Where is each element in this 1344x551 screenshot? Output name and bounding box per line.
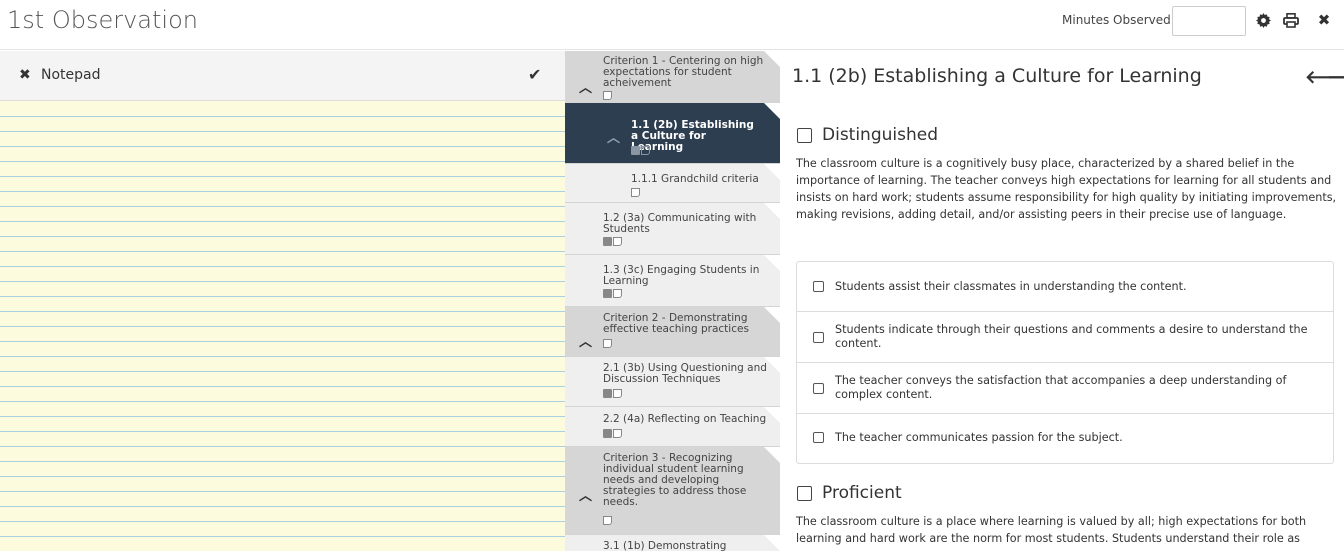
level-distinguished[interactable]: Distinguished	[797, 125, 938, 145]
indicator-list: Students assist their classmates in unde…	[796, 261, 1334, 464]
tree-node-label: 1.2 (3a) Communicating with Students	[603, 212, 757, 235]
indicator-checkbox[interactable]	[813, 432, 824, 443]
level-description: The classroom culture is a place where l…	[796, 515, 1307, 545]
tree-node-label: Criterion 2 - Demonstrating effective te…	[603, 312, 749, 335]
tree-node-label: 1.3 (3c) Engaging Students in Learning	[603, 264, 760, 287]
checked-icon	[631, 146, 640, 155]
tree-node-criterion-3[interactable]: ︿ Criterion 3 - Recognizing individual s…	[565, 447, 780, 535]
note-icon	[631, 188, 640, 197]
page-title: 1st Observation	[7, 6, 198, 34]
corner-flag-icon	[764, 307, 780, 323]
corner-flag-icon	[764, 255, 780, 271]
tree-node-label: 1.1.1 Grandchild criteria	[631, 173, 759, 185]
minutes-observed-input[interactable]	[1172, 6, 1246, 36]
note-icon	[603, 339, 612, 348]
indicator-item[interactable]: The teacher communicates passion for the…	[797, 414, 1333, 463]
level-name: Proficient	[822, 483, 902, 503]
checked-icon	[603, 289, 612, 298]
note-icon	[613, 429, 622, 438]
tree-node-1-2[interactable]: 1.2 (3a) Communicating with Students	[565, 203, 780, 255]
notepad-label: Notepad	[41, 67, 101, 83]
detail-panel: 1.1 (2b) Establishing a Culture for Lear…	[780, 51, 1344, 551]
gear-icon[interactable]	[1253, 10, 1273, 30]
tree-node-criterion-2[interactable]: ︿ Criterion 2 - Demonstrating effective …	[565, 307, 780, 357]
corner-flag-icon	[764, 164, 780, 180]
tree-node-label: 2.2 (4a) Reflecting on Teaching	[603, 413, 767, 425]
tree-node-2-1[interactable]: 2.1 (3b) Using Questioning and Discussio…	[565, 357, 780, 407]
notepad-text-area[interactable]	[0, 102, 565, 551]
note-icon	[613, 289, 622, 298]
tree-node-3-1[interactable]: 3.1 (1b) Demonstrating	[565, 535, 780, 551]
indicator-text: The teacher communicates passion for the…	[835, 431, 1123, 444]
tree-node-label: 2.1 (3b) Using Questioning and Discussio…	[603, 362, 767, 385]
minutes-observed-label: Minutes Observed:	[1062, 13, 1175, 27]
corner-flag-icon	[764, 357, 780, 373]
chevron-up-icon[interactable]: ︿	[579, 331, 592, 350]
indicator-item[interactable]: The teacher conveys the satisfaction tha…	[797, 363, 1333, 414]
checkmark-icon[interactable]: ✔	[528, 65, 541, 84]
tree-node-label: Criterion 1 - Centering on high expectat…	[603, 55, 764, 89]
indicator-text: The teacher conveys the satisfaction tha…	[835, 374, 1287, 401]
tree-node-label: 3.1 (1b) Demonstrating	[603, 540, 727, 551]
note-icon	[641, 146, 650, 155]
level-name: Distinguished	[822, 125, 939, 145]
component-title: 1.1 (2b) Establishing a Culture for Lear…	[792, 65, 1202, 87]
arrow-right-icon[interactable]: 🡒	[1327, 67, 1344, 88]
indicator-checkbox[interactable]	[813, 332, 824, 343]
corner-flag-icon	[764, 103, 780, 119]
corner-flag-icon	[764, 203, 780, 219]
level-checkbox[interactable]	[797, 127, 812, 143]
tree-node-label: Criterion 3 - Recognizing individual stu…	[603, 452, 747, 508]
corner-flag-icon	[764, 407, 780, 423]
checked-icon	[603, 237, 612, 246]
note-icon	[613, 237, 622, 246]
note-icon	[603, 91, 612, 100]
chevron-up-icon[interactable]: ︿	[607, 127, 620, 146]
corner-flag-icon	[764, 535, 780, 551]
tree-node-1-1-1[interactable]: 1.1.1 Grandchild criteria	[565, 164, 780, 203]
indicator-text: Students indicate through their question…	[835, 323, 1308, 350]
level-description: The classroom culture is a cognitively b…	[796, 157, 1337, 221]
level-proficient[interactable]: Proficient	[797, 483, 902, 503]
close-icon[interactable]: ✖	[1314, 10, 1334, 30]
corner-flag-icon	[764, 51, 780, 67]
indicator-item[interactable]: Students indicate through their question…	[797, 312, 1333, 363]
corner-flag-icon	[764, 447, 780, 463]
indicator-text: Students assist their classmates in unde…	[835, 280, 1187, 293]
indicator-checkbox[interactable]	[813, 383, 824, 394]
tree-node-1-1[interactable]: ︿ 1.1 (2b) Establishing a Culture for Le…	[565, 103, 780, 164]
top-bar: 1st Observation Minutes Observed: ✖	[0, 0, 1344, 50]
note-icon	[603, 516, 612, 525]
chevron-up-icon[interactable]: ︿	[579, 77, 592, 96]
close-icon[interactable]: ✖	[19, 67, 31, 83]
tree-node-criterion-1[interactable]: ︿ Criterion 1 - Centering on high expect…	[565, 51, 780, 103]
note-icon	[613, 389, 622, 398]
indicator-item[interactable]: Students assist their classmates in unde…	[797, 262, 1333, 312]
print-icon[interactable]	[1281, 10, 1301, 30]
notepad-header: ✖ Notepad ✔	[0, 51, 565, 101]
criteria-tree: ︿ Criterion 1 - Centering on high expect…	[565, 51, 780, 551]
level-checkbox[interactable]	[797, 485, 812, 501]
chevron-up-icon[interactable]: ︿	[579, 485, 592, 504]
indicator-checkbox[interactable]	[813, 281, 824, 292]
checked-icon	[603, 389, 612, 398]
notepad-panel[interactable]: ✖ Notepad ✔	[0, 51, 565, 551]
checked-icon	[603, 429, 612, 438]
tree-node-2-2[interactable]: 2.2 (4a) Reflecting on Teaching	[565, 407, 780, 447]
tree-node-1-3[interactable]: 1.3 (3c) Engaging Students in Learning	[565, 255, 780, 307]
